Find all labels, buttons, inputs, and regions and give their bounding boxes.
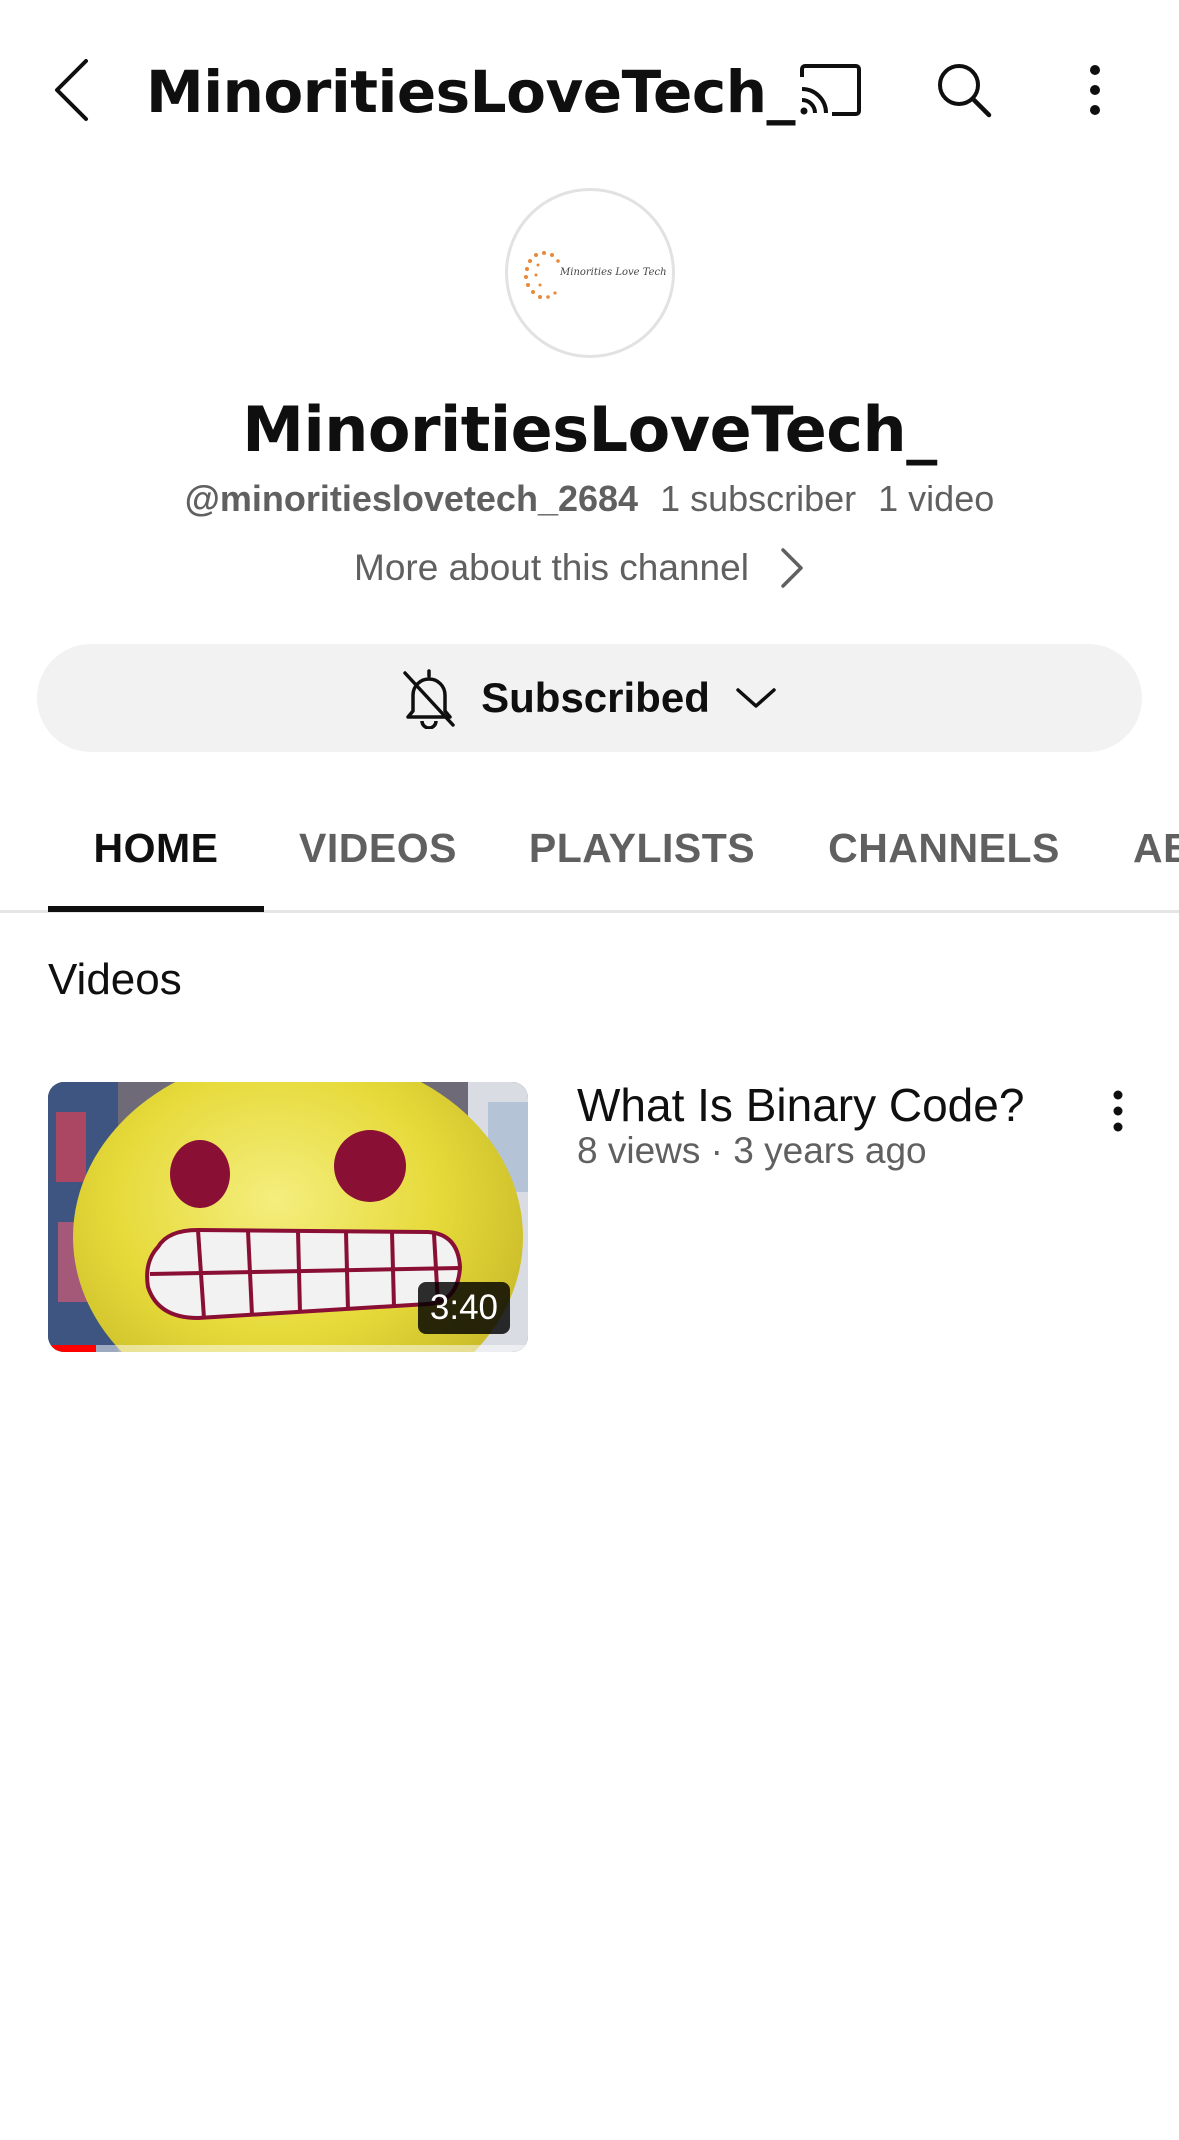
back-icon[interactable] (40, 50, 104, 130)
more-about-link[interactable]: More about this channel (354, 540, 805, 596)
chevron-right-icon (781, 548, 803, 588)
video-meta: 8 views · 3 years ago (577, 1130, 927, 1171)
bell-off-icon (403, 669, 455, 729)
watch-progress-track (48, 1345, 528, 1352)
active-tab-indicator (48, 906, 264, 912)
video-count: 1 video (878, 478, 995, 519)
tab-videos[interactable]: VIDEOS (292, 790, 464, 910)
watch-progress-fill (48, 1345, 96, 1352)
video-title[interactable]: What Is Binary Code? (577, 1078, 1077, 1132)
tab-home[interactable]: HOME (48, 790, 264, 910)
channel-handle: @minoritieslovetech_2684 (184, 478, 639, 519)
more-vert-icon[interactable] (1078, 58, 1112, 122)
tab-playlists[interactable]: PLAYLISTS (522, 790, 762, 910)
subscribed-label: Subscribed (481, 674, 710, 721)
subscriber-count: 1 subscriber (660, 478, 857, 519)
channel-tabs: HOME VIDEOS PLAYLISTS CHANNELS ABOUT (0, 790, 1179, 913)
subscribed-button[interactable]: Subscribed (37, 644, 1142, 752)
channel-meta: @minoritieslovetech_2684 1 subscriber 1 vi… (0, 478, 1179, 520)
tab-about[interactable]: ABOUT (1133, 790, 1179, 910)
avatar-logo-text: Minorities Love Tech (560, 267, 667, 278)
more-about-label: More about this channel (354, 547, 749, 588)
chevron-down-icon (736, 688, 776, 708)
app-bar-title: MinoritiesLoveTech_ (146, 58, 796, 126)
search-icon[interactable] (932, 58, 996, 122)
channel-name: MinoritiesLoveTech_ (242, 393, 937, 466)
video-thumbnail[interactable]: 3:40 (48, 1082, 528, 1352)
channel-avatar[interactable]: Minorities Love Tech (505, 188, 675, 358)
top-app-bar: MinoritiesLoveTech_ (0, 0, 1179, 180)
video-duration: 3:40 (417, 1282, 510, 1334)
videos-section-title: Videos (48, 955, 182, 1004)
tab-channels[interactable]: CHANNELS (818, 790, 1070, 910)
video-more-icon[interactable] (1100, 1086, 1136, 1136)
cast-icon[interactable] (795, 58, 865, 122)
